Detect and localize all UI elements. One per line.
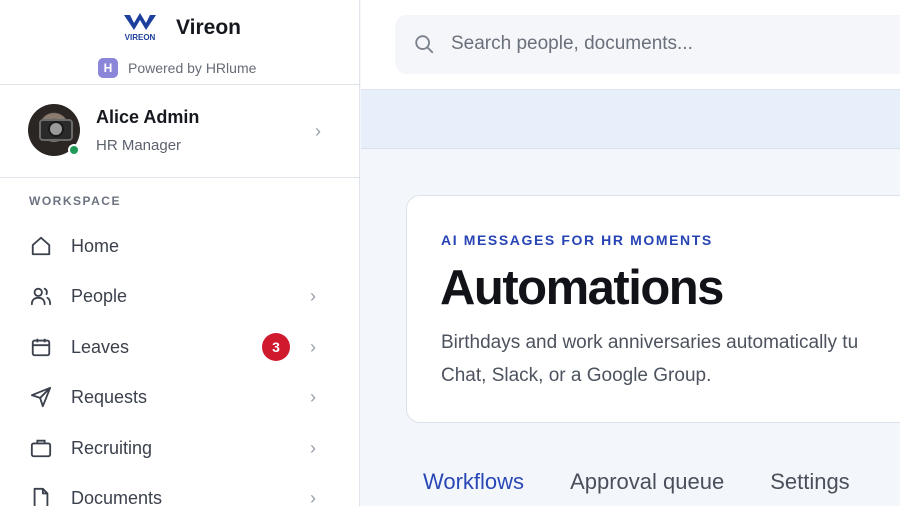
sidebar-item-label: Leaves <box>71 336 130 357</box>
calendar-icon <box>31 338 51 357</box>
tab-settings[interactable]: Settings <box>770 469 850 495</box>
search-box[interactable] <box>395 15 900 74</box>
online-status-dot <box>68 144 80 156</box>
sidebar-item-label: People <box>71 285 128 306</box>
powered-by: H Powered by HRlume <box>98 58 256 78</box>
search-input[interactable] <box>451 27 891 61</box>
sidebar-item-label: Home <box>71 235 120 256</box>
section-label-workspace: WORKSPACE <box>29 194 121 208</box>
vireon-logo: VIREON <box>124 13 156 42</box>
card-description-line: Chat, Slack, or a Google Group. <box>441 365 712 386</box>
tab-workflows[interactable]: Workflows <box>423 469 524 495</box>
sidebar-item-people[interactable]: People › <box>0 272 359 320</box>
chevron-right-icon: › <box>310 386 316 407</box>
sidebar-item-home[interactable]: Home <box>0 222 359 270</box>
sidebar: VIREON Vireon H Powered by HRlume Alice … <box>0 0 360 506</box>
people-icon <box>30 287 52 306</box>
sidebar-item-leaves[interactable]: Leaves 3 › <box>0 323 359 371</box>
sidebar-item-label: Documents <box>71 487 163 506</box>
sub-header-bar <box>361 90 900 149</box>
user-name: Alice Admin <box>96 107 200 127</box>
tab-bar: Workflows Approval queue Settings <box>423 469 850 495</box>
brand-name: Vireon <box>176 16 241 39</box>
brand-header: VIREON Vireon H Powered by HRlume <box>0 0 359 85</box>
sidebar-item-label: Recruiting <box>71 437 153 458</box>
leaves-count-badge: 3 <box>262 333 290 361</box>
home-icon <box>31 236 51 256</box>
sidebar-item-label: Requests <box>71 386 148 407</box>
hrlume-icon: H <box>98 58 118 78</box>
top-bar <box>361 0 900 90</box>
card-eyebrow: AI MESSAGES FOR HR MOMENTS <box>441 232 713 248</box>
user-profile[interactable]: Alice Admin HR Manager › <box>0 85 359 178</box>
chevron-right-icon: › <box>310 437 316 458</box>
sidebar-item-recruiting[interactable]: Recruiting › <box>0 424 359 472</box>
logo-text: VIREON <box>125 33 156 42</box>
document-icon <box>33 487 49 506</box>
automations-hero-card: AI MESSAGES FOR HR MOMENTS Automations B… <box>406 195 900 423</box>
tab-approval-queue[interactable]: Approval queue <box>570 469 724 495</box>
chevron-right-icon: › <box>315 121 321 141</box>
chevron-right-icon: › <box>310 336 316 357</box>
card-description: Birthdays and work anniversaries automat… <box>441 326 900 392</box>
sidebar-item-documents[interactable]: Documents › <box>0 474 359 506</box>
search-icon <box>415 35 434 54</box>
powered-by-label: Powered by HRlume <box>128 60 257 76</box>
send-icon <box>30 386 52 408</box>
sidebar-item-requests[interactable]: Requests › <box>0 373 359 421</box>
chevron-right-icon: › <box>310 487 316 506</box>
page-title: Automations <box>440 261 724 315</box>
main-content: AI MESSAGES FOR HR MOMENTS Automations B… <box>361 150 900 506</box>
briefcase-icon <box>30 439 52 458</box>
card-description-line: Birthdays and work anniversaries automat… <box>441 332 859 353</box>
chevron-right-icon: › <box>310 285 316 306</box>
user-role: HR Manager <box>96 137 182 154</box>
